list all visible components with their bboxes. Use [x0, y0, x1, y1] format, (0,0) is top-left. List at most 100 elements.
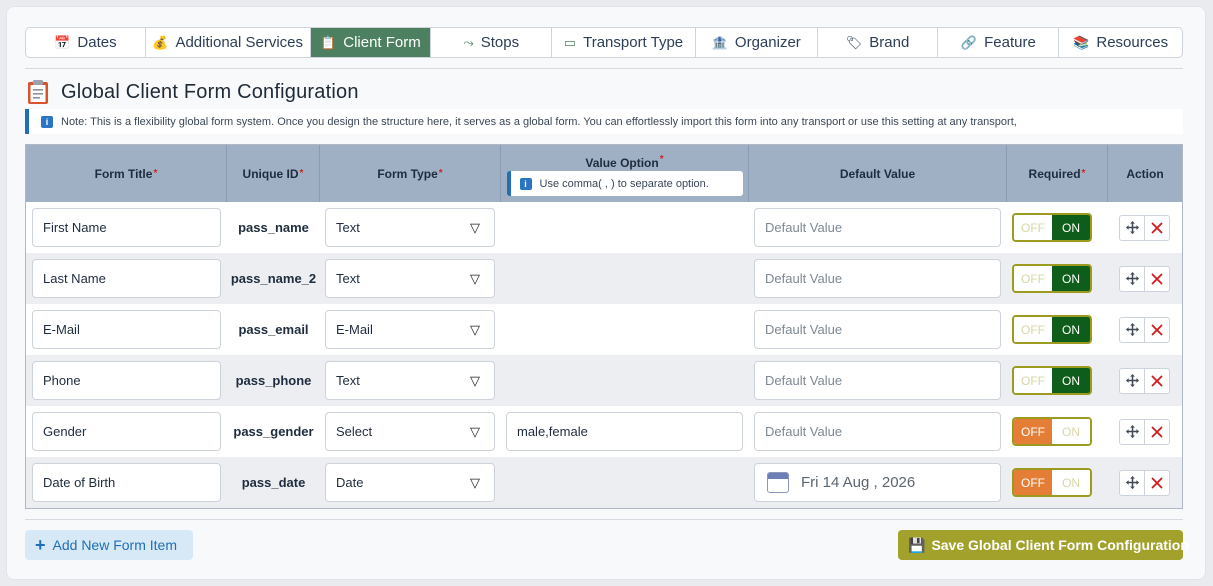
form-title-value: Date of Birth	[43, 475, 116, 490]
form-type-select[interactable]: Text ▽	[325, 361, 495, 400]
form-type-select[interactable]: Text ▽	[325, 259, 495, 298]
form-title-input[interactable]: Gender	[32, 412, 221, 451]
value-option-input[interactable]: male,female	[506, 412, 743, 451]
default-value-input[interactable]: Default Value	[754, 208, 1001, 247]
unique-id: pass_gender	[233, 424, 314, 439]
delete-icon[interactable]	[1145, 420, 1169, 444]
save-configuration-label: Save Global Client Form Configuration	[931, 537, 1189, 553]
form-type-select[interactable]: Select ▽	[325, 412, 495, 451]
header-form-type: Form Type *	[320, 145, 501, 202]
header-label: Value Option	[585, 156, 659, 170]
default-value-input[interactable]: Default Value	[754, 259, 1001, 298]
default-value-placeholder: Default Value	[765, 220, 843, 235]
default-value-placeholder: Default Value	[765, 322, 843, 337]
header-form-title: Form Title *	[26, 145, 227, 202]
default-value-placeholder: Default Value	[765, 424, 843, 439]
move-icon[interactable]	[1120, 215, 1145, 240]
page-title: Global Client Form Configuration	[61, 80, 359, 103]
unique-id: pass_phone	[235, 373, 312, 388]
form-title-value: First Name	[43, 220, 107, 235]
tab-label: Resources	[1096, 34, 1169, 51]
header-label: Form Type	[377, 166, 438, 181]
delete-icon[interactable]	[1145, 369, 1169, 393]
form-title-input[interactable]: Phone	[32, 361, 221, 400]
row-actions	[1119, 367, 1170, 394]
move-icon[interactable]	[1120, 419, 1145, 444]
delete-icon[interactable]	[1145, 471, 1169, 495]
required-toggle[interactable]: OFF ON	[1012, 315, 1092, 344]
header-default-value: Default Value	[749, 145, 1007, 202]
table-row: Phone pass_phone Text ▽ Default Value OFF…	[26, 355, 1182, 406]
tab-feature[interactable]: 🔗 Feature	[938, 28, 1060, 57]
required-asterisk: *	[153, 168, 158, 179]
toggle-on: ON	[1052, 215, 1090, 240]
tab-label: Brand	[869, 34, 910, 51]
required-toggle[interactable]: OFF ON	[1012, 417, 1092, 446]
toggle-on: ON	[1052, 266, 1090, 291]
form-title-input[interactable]: Last Name	[32, 259, 221, 298]
value-option-value: male,female	[517, 424, 588, 439]
money-bag-icon: 💰	[152, 34, 169, 50]
required-toggle[interactable]: OFF ON	[1012, 366, 1092, 395]
date-value: Fri 14 Aug , 2026	[801, 474, 916, 491]
date-picker-field[interactable]: Fri 14 Aug , 2026	[754, 463, 1001, 502]
toggle-on: ON	[1052, 470, 1090, 495]
books-icon: 📚	[1073, 34, 1090, 50]
table-row: Gender pass_gender Select ▽ male,female D…	[26, 406, 1182, 457]
tab-label: Dates	[77, 34, 117, 51]
tab-organizer[interactable]: 🏦 Organizer	[696, 28, 818, 57]
add-form-item-button[interactable]: + Add New Form Item	[25, 530, 193, 560]
form-type-select[interactable]: Text ▽	[325, 208, 495, 247]
default-value-input[interactable]: Default Value	[754, 310, 1001, 349]
delete-icon[interactable]	[1145, 318, 1169, 342]
default-value-placeholder: Default Value	[765, 271, 843, 286]
form-title-value: Last Name	[43, 271, 106, 286]
default-value-input[interactable]: Default Value	[754, 412, 1001, 451]
link-icon: 🔗	[960, 34, 978, 50]
form-type-select[interactable]: Date ▽	[325, 463, 495, 502]
tab-additional-services[interactable]: 💰 Additional Services	[146, 28, 311, 57]
delete-icon[interactable]	[1145, 267, 1169, 291]
tab-transport-type[interactable]: ▭ Transport Type	[552, 28, 696, 57]
tab-label: Additional Services	[175, 34, 304, 51]
tab-stops[interactable]: ⤳ Stops	[431, 28, 553, 57]
tab-brand[interactable]: 🏷 Brand	[818, 28, 939, 57]
dropdown-arrow-icon: ▽	[470, 270, 480, 286]
header-unique-id: Unique ID *	[227, 145, 320, 202]
required-toggle[interactable]: OFF ON	[1012, 264, 1092, 293]
move-icon[interactable]	[1120, 368, 1145, 393]
tab-client-form[interactable]: 📋 Client Form	[310, 28, 432, 57]
tab-resources[interactable]: 📚 Resources	[1059, 28, 1182, 57]
move-icon[interactable]	[1120, 317, 1145, 342]
unique-id: pass_date	[241, 475, 306, 490]
required-toggle[interactable]: OFF ON	[1012, 468, 1092, 497]
form-title-input[interactable]: E-Mail	[32, 310, 221, 349]
dropdown-arrow-icon: ▽	[470, 372, 480, 388]
header-label: Unique ID	[242, 166, 299, 181]
toggle-off: OFF	[1014, 317, 1052, 342]
info-icon: i	[41, 115, 53, 128]
dropdown-arrow-icon: ▽	[470, 321, 480, 337]
building-icon: 🏦	[711, 34, 728, 50]
row-actions	[1119, 316, 1170, 343]
required-asterisk: *	[299, 168, 304, 179]
move-icon[interactable]	[1120, 470, 1145, 495]
delete-icon[interactable]	[1145, 216, 1169, 240]
form-title-input[interactable]: Date of Birth	[32, 463, 221, 502]
tab-dates[interactable]: 📅 Dates	[26, 28, 146, 57]
required-asterisk: *	[1081, 168, 1086, 179]
default-value-input[interactable]: Default Value	[754, 361, 1001, 400]
save-configuration-button[interactable]: 💾 Save Global Client Form Configuration	[898, 530, 1189, 560]
tab-label: Feature	[984, 34, 1036, 51]
form-title-value: Phone	[43, 373, 81, 388]
header-label: Required	[1028, 166, 1081, 181]
floppy-disk-icon: 💾	[908, 536, 926, 553]
move-icon[interactable]	[1120, 266, 1145, 291]
footer-divider	[25, 519, 1183, 520]
form-type-select[interactable]: E-Mail ▽	[325, 310, 495, 349]
table-row: First Name pass_name Text ▽ Default Value…	[26, 202, 1182, 253]
default-value-placeholder: Default Value	[765, 373, 843, 388]
table-header: Form Title * Unique ID * Form Type * Value …	[26, 145, 1182, 202]
form-title-input[interactable]: First Name	[32, 208, 221, 247]
required-toggle[interactable]: OFF ON	[1012, 213, 1092, 242]
